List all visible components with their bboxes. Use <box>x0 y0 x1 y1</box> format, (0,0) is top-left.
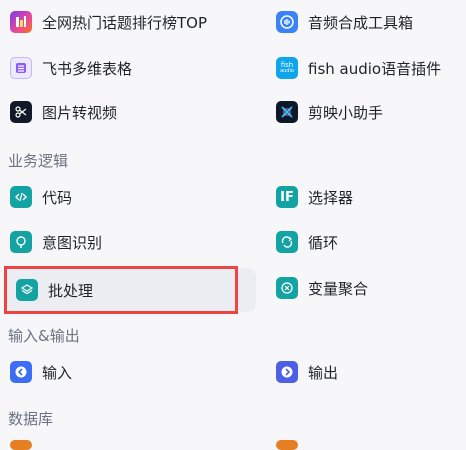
node-item-intent-recognition[interactable]: 意图识别 <box>0 224 230 260</box>
node-label: 输入 <box>42 363 73 382</box>
tool-label: 剪映小助手 <box>308 103 384 122</box>
node-item-input[interactable]: 输入 <box>0 354 230 390</box>
table-icon <box>10 57 32 79</box>
highlight-box <box>4 266 238 314</box>
database-icon[interactable] <box>276 440 298 450</box>
node-item-loop[interactable]: 循环 <box>266 224 461 260</box>
tool-label: 全网热门话题排行榜TOP <box>42 13 208 32</box>
tool-item-hot-topics[interactable]: 全网热门话题排行榜TOP <box>0 4 230 40</box>
node-label: 代码 <box>42 188 73 207</box>
node-label: 选择器 <box>308 188 354 207</box>
tool-label: 飞书多维表格 <box>42 59 133 78</box>
node-item-output[interactable]: 输出 <box>266 354 461 390</box>
tool-label: 图片转视频 <box>42 103 118 122</box>
loop-icon <box>276 231 298 253</box>
tool-label: 音频合成工具箱 <box>308 13 414 32</box>
node-item-selector[interactable]: IF 选择器 <box>266 179 461 215</box>
section-title-io: 输入&输出 <box>8 327 80 345</box>
intent-bulb-icon <box>10 231 32 253</box>
node-label: 变量聚合 <box>308 279 369 298</box>
tool-label: fish audio语音插件 <box>308 59 442 78</box>
if-icon-text: IF <box>280 189 294 205</box>
audio-wave-icon <box>276 11 298 33</box>
capcut-icon <box>276 101 298 123</box>
section-title-database: 数据库 <box>8 410 54 428</box>
scissors-icon <box>10 101 32 123</box>
fish-audio-icon: fish audio <box>276 57 298 79</box>
code-icon <box>10 186 32 208</box>
fish-audio-logo-text-bottom: audio <box>280 68 294 74</box>
section-title-business-logic: 业务逻辑 <box>8 152 69 170</box>
node-label: 输出 <box>308 363 339 382</box>
node-label: 循环 <box>308 233 339 252</box>
tool-item-image-to-video[interactable]: 图片转视频 <box>0 94 230 130</box>
node-label: 意图识别 <box>42 233 103 252</box>
tool-item-audio-synthesis[interactable]: 音频合成工具箱 <box>266 4 461 40</box>
tool-item-fish-audio[interactable]: fish audio fish audio语音插件 <box>266 50 464 86</box>
tool-item-feishu-bitable[interactable]: 飞书多维表格 <box>0 50 230 86</box>
hot-topics-icon <box>10 11 32 33</box>
if-icon: IF <box>276 186 298 208</box>
node-item-code[interactable]: 代码 <box>0 179 230 215</box>
output-arrow-icon <box>276 361 298 383</box>
node-item-variable-aggregate[interactable]: 变量聚合 <box>266 270 461 306</box>
aggregate-icon <box>276 277 298 299</box>
tool-item-capcut-assistant[interactable]: 剪映小助手 <box>266 94 461 130</box>
database-icon[interactable] <box>10 440 32 450</box>
input-arrow-icon <box>10 361 32 383</box>
